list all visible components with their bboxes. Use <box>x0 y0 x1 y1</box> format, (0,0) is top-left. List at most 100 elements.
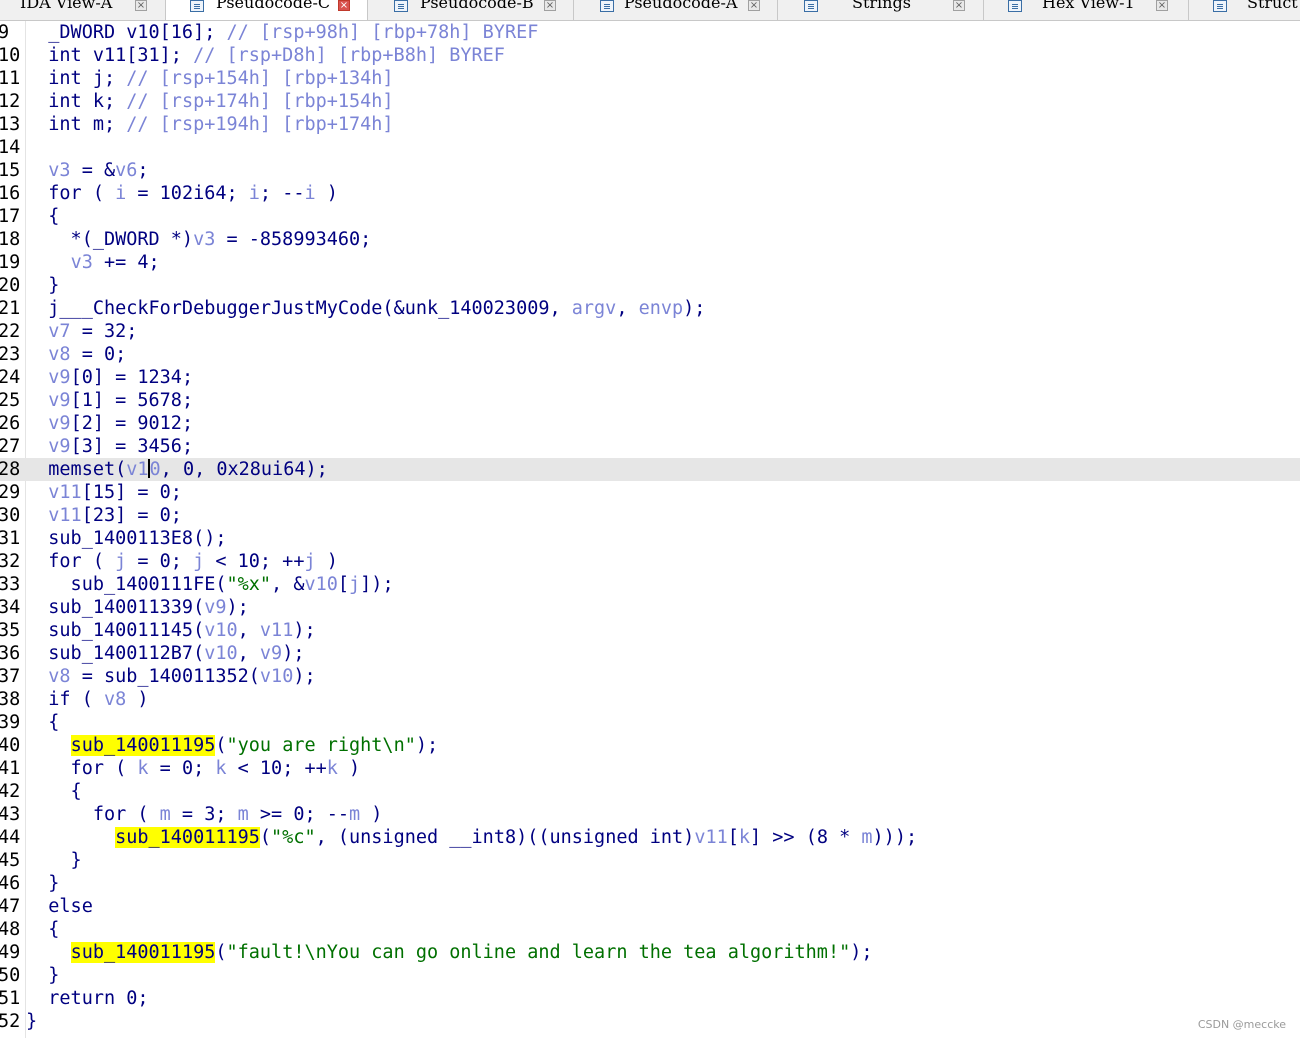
tab-strings[interactable]: Strings × <box>778 0 984 20</box>
variable[interactable]: v8 <box>48 344 70 365</box>
code-line[interactable]: 43 for ( m = 3; m >= 0; --m ) <box>0 803 1300 826</box>
tab-pseudocode-a[interactable]: Pseudocode-A × <box>574 0 778 20</box>
tab-structures[interactable]: Struct <box>1189 0 1300 20</box>
variable[interactable]: v9 <box>260 643 282 664</box>
variable[interactable]: k <box>215 758 226 779</box>
variable[interactable]: m <box>349 804 360 825</box>
close-icon[interactable]: × <box>338 0 350 11</box>
variable[interactable]: j <box>304 551 315 572</box>
variable[interactable]: v7 <box>48 321 70 342</box>
variable[interactable]: v8 <box>104 689 126 710</box>
code-line[interactable]: 20 } <box>0 274 1300 297</box>
code-line[interactable]: 45 } <box>0 849 1300 872</box>
code-line[interactable]: 37 v8 = sub_140011352(v10); <box>0 665 1300 688</box>
variable[interactable]: j <box>115 551 126 572</box>
code-line[interactable]: 18 *(_DWORD *)v3 = -858993460; <box>0 228 1300 251</box>
pseudocode-editor[interactable]: 9 _DWORD v10[16]; // [rsp+98h] [rbp+78h]… <box>0 21 1300 1038</box>
variable[interactable]: v10 <box>204 620 237 641</box>
close-icon[interactable]: × <box>748 0 760 11</box>
variable[interactable]: v9 <box>48 413 70 434</box>
variable[interactable]: envp <box>639 298 684 319</box>
variable[interactable]: v9 <box>204 597 226 618</box>
code-line[interactable]: 26 v9[2] = 9012; <box>0 412 1300 435</box>
highlighted-identifier[interactable]: sub_140011195 <box>70 735 216 756</box>
variable[interactable]: v3 <box>48 160 70 181</box>
code-line[interactable]: 52} <box>0 1010 1300 1033</box>
tab-ida-view-a[interactable]: IDA View-A × <box>0 0 166 20</box>
variable[interactable]: v10 <box>304 574 337 595</box>
variable[interactable]: v6 <box>115 160 137 181</box>
variable[interactable]: v3 <box>193 229 215 250</box>
variable[interactable]: 0 <box>150 459 161 480</box>
variable[interactable]: v9 <box>48 367 70 388</box>
variable[interactable]: v8 <box>48 666 70 687</box>
code-line[interactable]: 21 j___CheckForDebuggerJustMyCode(&unk_1… <box>0 297 1300 320</box>
code-line[interactable]: 10 int v11[31]; // [rsp+D8h] [rbp+B8h] B… <box>0 44 1300 67</box>
code-line[interactable]: 39 { <box>0 711 1300 734</box>
code-line[interactable]: 11 int j; // [rsp+154h] [rbp+134h] <box>0 67 1300 90</box>
code-line[interactable]: 28 memset(v10, 0, 0x28ui64); <box>0 458 1300 481</box>
variable[interactable]: v10 <box>260 666 293 687</box>
code-line[interactable]: 16 for ( i = 102i64; i; --i ) <box>0 182 1300 205</box>
variable[interactable]: v11 <box>260 620 293 641</box>
variable[interactable]: v11 <box>48 482 81 503</box>
variable[interactable]: k <box>137 758 148 779</box>
variable[interactable]: i <box>249 183 260 204</box>
variable[interactable]: v9 <box>48 390 70 411</box>
close-icon[interactable]: × <box>1156 0 1168 11</box>
close-icon[interactable]: × <box>544 0 556 11</box>
tab-pseudocode-c[interactable]: Pseudocode-C × <box>166 0 368 20</box>
code-line[interactable]: 9 _DWORD v10[16]; // [rsp+98h] [rbp+78h]… <box>0 21 1300 44</box>
code-line[interactable]: 12 int k; // [rsp+174h] [rbp+154h] <box>0 90 1300 113</box>
code-line[interactable]: 41 for ( k = 0; k < 10; ++k ) <box>0 757 1300 780</box>
code-line[interactable]: 19 v3 += 4; <box>0 251 1300 274</box>
code-line[interactable]: 48 { <box>0 918 1300 941</box>
code-line[interactable]: 22 v7 = 32; <box>0 320 1300 343</box>
code-line[interactable]: 35 sub_140011145(v10, v11); <box>0 619 1300 642</box>
code-line[interactable]: 24 v9[0] = 1234; <box>0 366 1300 389</box>
code-line[interactable]: 47 else <box>0 895 1300 918</box>
code-line[interactable]: 40 sub_140011195("you are right\n"); <box>0 734 1300 757</box>
code-line[interactable]: 32 for ( j = 0; j < 10; ++j ) <box>0 550 1300 573</box>
code-line[interactable]: 44 sub_140011195("%c", (unsigned __int8)… <box>0 826 1300 849</box>
variable[interactable]: i <box>304 183 315 204</box>
code-line[interactable]: 46 } <box>0 872 1300 895</box>
code-line[interactable]: 38 if ( v8 ) <box>0 688 1300 711</box>
variable[interactable]: m <box>861 827 872 848</box>
highlighted-identifier[interactable]: sub_140011195 <box>70 942 216 963</box>
code-line[interactable]: 17 { <box>0 205 1300 228</box>
variable[interactable]: j <box>193 551 204 572</box>
code-line[interactable]: 14 <box>0 136 1300 159</box>
variable[interactable]: m <box>238 804 249 825</box>
tab-hex-view-1[interactable]: Hex View-1 × <box>984 0 1189 20</box>
variable[interactable]: j <box>349 574 360 595</box>
code-line[interactable]: 29 v11[15] = 0; <box>0 481 1300 504</box>
variable[interactable]: v9 <box>48 436 70 457</box>
code-line[interactable]: 51 return 0; <box>0 987 1300 1010</box>
code-line[interactable]: 49 sub_140011195("fault!\nYou can go onl… <box>0 941 1300 964</box>
variable[interactable]: v10 <box>204 643 237 664</box>
code-line[interactable]: 25 v9[1] = 5678; <box>0 389 1300 412</box>
variable[interactable]: v11 <box>48 505 81 526</box>
variable[interactable]: v1 <box>126 459 148 480</box>
tab-pseudocode-b[interactable]: Pseudocode-B × <box>368 0 574 20</box>
close-icon[interactable]: × <box>953 0 965 11</box>
code-line[interactable]: 27 v9[3] = 3456; <box>0 435 1300 458</box>
code-line[interactable]: 31 sub_1400113E8(); <box>0 527 1300 550</box>
highlighted-identifier[interactable]: sub_140011195 <box>115 827 260 848</box>
variable[interactable]: i <box>115 183 126 204</box>
variable[interactable]: v11 <box>694 827 727 848</box>
variable[interactable]: argv <box>572 298 617 319</box>
code-line[interactable]: 13 int m; // [rsp+194h] [rbp+174h] <box>0 113 1300 136</box>
close-icon[interactable]: × <box>135 0 147 11</box>
variable[interactable]: k <box>739 827 750 848</box>
code-line[interactable]: 36 sub_1400112B7(v10, v9); <box>0 642 1300 665</box>
code-line[interactable]: 34 sub_140011339(v9); <box>0 596 1300 619</box>
variable[interactable]: m <box>160 804 171 825</box>
variable[interactable]: v3 <box>71 252 93 273</box>
code-line[interactable]: 23 v8 = 0; <box>0 343 1300 366</box>
code-line[interactable]: 42 { <box>0 780 1300 803</box>
code-line[interactable]: 30 v11[23] = 0; <box>0 504 1300 527</box>
code-line[interactable]: 15 v3 = &v6; <box>0 159 1300 182</box>
code-line[interactable]: 33 sub_1400111FE("%x", &v10[j]); <box>0 573 1300 596</box>
